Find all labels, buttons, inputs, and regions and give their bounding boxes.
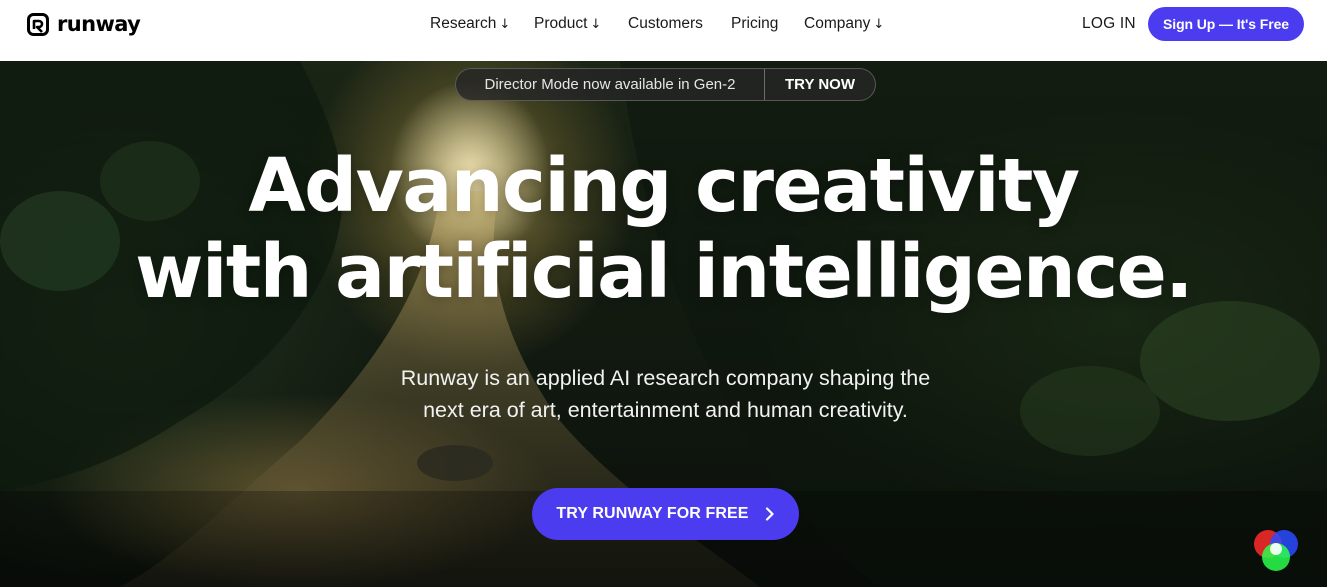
- logo-text: runway: [57, 12, 141, 36]
- nav-customers-label: Customers: [628, 15, 703, 32]
- runway-logo-icon: [27, 13, 49, 36]
- rgb-circles-icon[interactable]: [1248, 524, 1304, 576]
- arrow-down-icon: ↓: [590, 17, 602, 32]
- subhead-line-1: Runway is an applied AI research company…: [400, 366, 931, 390]
- headline-line-1: Advancing creativity: [248, 143, 1080, 229]
- subhead-line-2: next era of art, entertainment and human…: [423, 398, 908, 422]
- top-navbar: runway Research ↓ Product ↓ Customers Pric…: [0, 0, 1327, 61]
- arrow-down-icon: ↓: [873, 17, 885, 32]
- login-link[interactable]: LOG IN: [1082, 14, 1136, 34]
- nav-company-label: Company: [804, 15, 871, 32]
- try-runway-free-button[interactable]: TRY RUNWAY FOR FREE: [532, 488, 799, 540]
- nav-research-label: Research: [430, 15, 497, 32]
- hero-section: Director Mode now available in Gen-2 TRY…: [0, 61, 1327, 587]
- banner-text: Director Mode now available in Gen-2: [484, 76, 736, 93]
- nav-company[interactable]: Company ↓: [804, 14, 884, 35]
- try-now-button[interactable]: TRY NOW: [765, 69, 875, 100]
- signup-button[interactable]: Sign Up — It's Free: [1148, 7, 1304, 41]
- nav-pricing[interactable]: Pricing: [731, 14, 778, 34]
- hero-headline: Advancing creativity with artificial int…: [0, 143, 1327, 315]
- nav-customers[interactable]: Customers: [628, 14, 703, 34]
- arrow-down-icon: ↓: [499, 17, 511, 32]
- nav-product[interactable]: Product ↓: [534, 14, 601, 35]
- nav-product-label: Product: [534, 15, 588, 32]
- headline-line-2: with artificial intelligence.: [135, 229, 1193, 315]
- cta-label: TRY RUNWAY FOR FREE: [556, 505, 749, 522]
- logo[interactable]: runway: [27, 12, 141, 37]
- hero-subheading: Runway is an applied AI research company…: [330, 362, 1001, 426]
- announcement-banner[interactable]: Director Mode now available in Gen-2 TRY…: [455, 68, 876, 101]
- nav-pricing-label: Pricing: [731, 15, 779, 32]
- chevron-right-icon: [765, 507, 774, 521]
- nav-research[interactable]: Research ↓: [430, 14, 510, 35]
